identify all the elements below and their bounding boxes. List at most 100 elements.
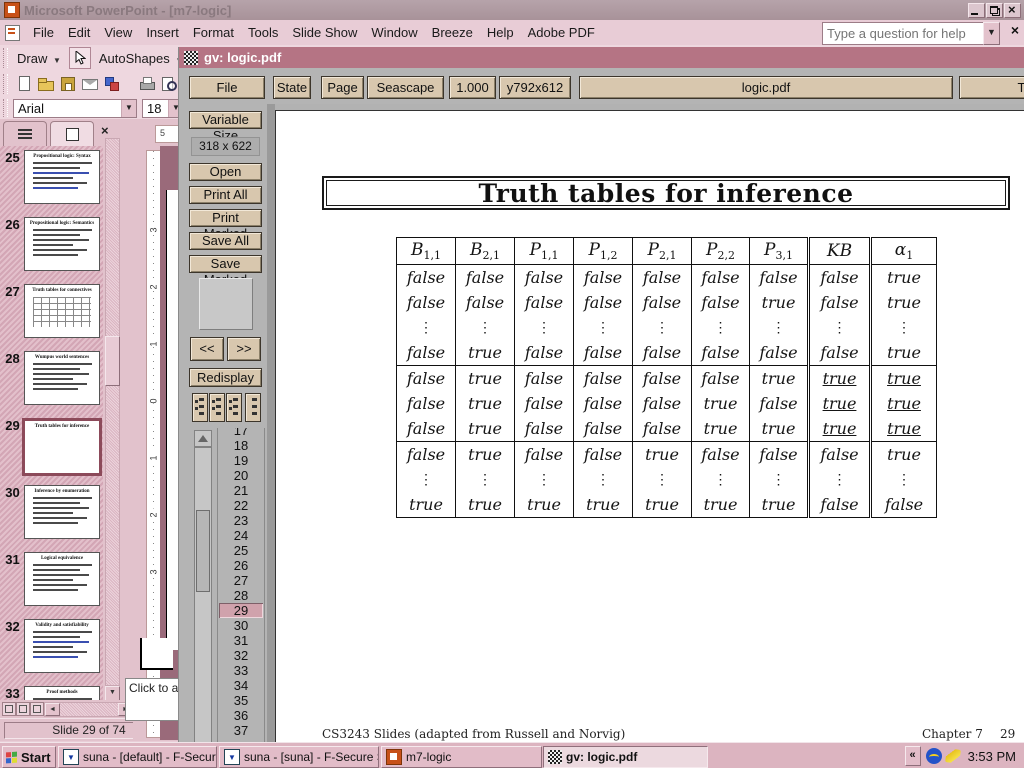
slide-thumbnail-26[interactable]: 26Propositional logic: Semantics	[0, 217, 103, 273]
tab-slides[interactable]	[50, 121, 94, 146]
menu-format[interactable]: Format	[186, 22, 241, 43]
mark-pages-button-2[interactable]	[209, 393, 225, 422]
page-number-19[interactable]: 19	[219, 453, 263, 468]
redisplay-button[interactable]: Redisplay	[189, 368, 262, 387]
print-all-button[interactable]: Print All	[189, 186, 262, 204]
page-number-29[interactable]: 29	[219, 603, 263, 618]
menu-view[interactable]: View	[97, 22, 139, 43]
print-marked-button[interactable]: Print Marked	[189, 209, 262, 227]
page-number-22[interactable]: 22	[219, 498, 263, 513]
help-dropdown-icon[interactable]: ▼	[983, 22, 1000, 45]
toolbar-grip[interactable]	[3, 48, 8, 69]
gv-toolbar-page[interactable]: Page	[321, 76, 364, 99]
page-number-30[interactable]: 30	[219, 618, 263, 633]
slide-thumbnail-box[interactable]: Truth tables for inference	[22, 418, 102, 476]
slide-thumbnail-box[interactable]: Proof methods	[24, 686, 100, 700]
slide-thumbnail-31[interactable]: 31Logical equivalence	[0, 552, 103, 608]
scroll-down-icon[interactable]: ▼	[105, 686, 120, 701]
slide-thumbnail-27[interactable]: 27Truth tables for connectives	[0, 284, 103, 340]
start-button[interactable]: Start	[2, 746, 56, 768]
page-number-37[interactable]: 37	[219, 723, 263, 738]
task-suna-suna-f-secure-s-[interactable]: ▼suna - [suna] - F-Secure S...	[219, 746, 379, 768]
save-all-button[interactable]: Save All	[189, 232, 262, 250]
slide-thumbnail-33[interactable]: 33Proof methods	[0, 686, 103, 700]
task-suna-default-f-secure-[interactable]: ▼suna - [default] - F-Secure...	[58, 746, 217, 768]
menu-tools[interactable]: Tools	[241, 22, 285, 43]
page-number-26[interactable]: 26	[219, 558, 263, 573]
print-icon[interactable]	[137, 75, 157, 93]
slide-sorter-view-button[interactable]	[16, 702, 30, 716]
page-number-35[interactable]: 35	[219, 693, 263, 708]
slide-thumbnail-29[interactable]: 29Truth tables for inference	[0, 418, 103, 474]
open-folder-icon[interactable]	[36, 75, 56, 93]
pagelist-scrollbar-thumb[interactable]	[196, 510, 210, 592]
slide-thumbnail-30[interactable]: 30Inference by enumeration	[0, 485, 103, 541]
minimize-button[interactable]	[968, 3, 985, 18]
page-number-18[interactable]: 18	[219, 438, 263, 453]
variable-size-button[interactable]: Variable Size	[189, 111, 262, 129]
page-number-21[interactable]: 21	[219, 483, 263, 498]
gv-toolbar-1-000[interactable]: 1.000	[449, 76, 496, 99]
task-gv-logic-pdf[interactable]: gv: logic.pdf	[543, 746, 708, 768]
find-replace-icon[interactable]	[102, 75, 122, 93]
mark-pages-button-4[interactable]	[245, 393, 261, 422]
page-number-32[interactable]: 32	[219, 648, 263, 663]
page-number-20[interactable]: 20	[219, 468, 263, 483]
save-icon[interactable]	[58, 75, 78, 93]
gv-toolbar-y792x612[interactable]: y792x612	[499, 76, 571, 99]
new-document-icon[interactable]	[14, 75, 34, 93]
scrollbar-track[interactable]	[105, 138, 120, 686]
gv-titlebar[interactable]: gv: logic.pdf	[179, 47, 1024, 68]
slideshow-view-button[interactable]	[30, 702, 44, 716]
menu-help[interactable]: Help	[480, 22, 521, 43]
page-number-34[interactable]: 34	[219, 678, 263, 693]
mail-icon[interactable]	[80, 75, 100, 93]
menu-file[interactable]: File	[26, 22, 61, 43]
document-icon[interactable]	[5, 25, 20, 41]
tab-outline[interactable]	[3, 121, 47, 146]
menu-edit[interactable]: Edit	[61, 22, 97, 43]
horizontal-scrollbar[interactable]: ◄ ►	[44, 702, 133, 717]
page-number-17[interactable]: 17	[219, 428, 263, 438]
normal-view-button[interactable]	[2, 702, 16, 716]
panel-scrollbar[interactable]: ▲ ▼	[105, 124, 118, 700]
slide-thumbnail-box[interactable]: Propositional logic: Semantics	[24, 217, 100, 271]
menu-adobe-pdf[interactable]: Adobe PDF	[521, 22, 602, 43]
slide-thumbnail-box[interactable]: Wumpus world sentences	[24, 351, 100, 405]
page-number-33[interactable]: 33	[219, 663, 263, 678]
page-number-25[interactable]: 25	[219, 543, 263, 558]
slide-thumbnail-box[interactable]: Truth tables for connectives	[24, 284, 100, 338]
tray-app-icon[interactable]	[926, 748, 942, 764]
open-button[interactable]: Open	[189, 163, 262, 181]
pagelist-scroll-up[interactable]	[194, 430, 212, 447]
print-preview-icon[interactable]	[159, 75, 179, 93]
menu-slide-show[interactable]: Slide Show	[285, 22, 364, 43]
page-number-23[interactable]: 23	[219, 513, 263, 528]
gv-toolbar-file[interactable]: File	[189, 76, 265, 99]
gv-toolbar-logic-pdf[interactable]: logic.pdf	[579, 76, 953, 99]
page-number-24[interactable]: 24	[219, 528, 263, 543]
page-number-27[interactable]: 27	[219, 573, 263, 588]
pagelist-scrollbar[interactable]	[194, 447, 212, 742]
gv-toolbar-state[interactable]: State	[273, 76, 311, 99]
slide-thumbnail-box[interactable]: Validity and satisfiability	[24, 619, 100, 673]
menubar-close-icon[interactable]: ×	[1011, 22, 1019, 38]
slide-thumbnail-25[interactable]: 25Propositional logic: Syntax	[0, 150, 103, 206]
previous-page-button[interactable]: <<	[190, 337, 224, 361]
scroll-left-icon[interactable]: ◄	[45, 703, 60, 716]
menu-breeze[interactable]: Breeze	[425, 22, 480, 43]
next-page-button[interactable]: >>	[227, 337, 261, 361]
task-m7-logic[interactable]: m7-logic	[381, 746, 542, 768]
slide-thumbnail-32[interactable]: 32Validity and satisfiability	[0, 619, 103, 675]
slide-thumbnail-28[interactable]: 28Wumpus world sentences	[0, 351, 103, 407]
font-name-combo[interactable]: Arial▼	[13, 99, 137, 118]
tray-pen-icon[interactable]	[945, 748, 961, 764]
help-search-input[interactable]	[822, 22, 984, 45]
save-marked-button[interactable]: Save Marked	[189, 255, 262, 273]
slide-thumbnail-box[interactable]: Inference by enumeration	[24, 485, 100, 539]
gv-toolbar-tue-d[interactable]: Tue D	[959, 76, 1024, 99]
close-button[interactable]	[1004, 3, 1021, 18]
toolbar-grip[interactable]	[3, 74, 8, 95]
slide-thumbnail-box[interactable]: Propositional logic: Syntax	[24, 150, 100, 204]
restore-button[interactable]	[986, 3, 1003, 18]
